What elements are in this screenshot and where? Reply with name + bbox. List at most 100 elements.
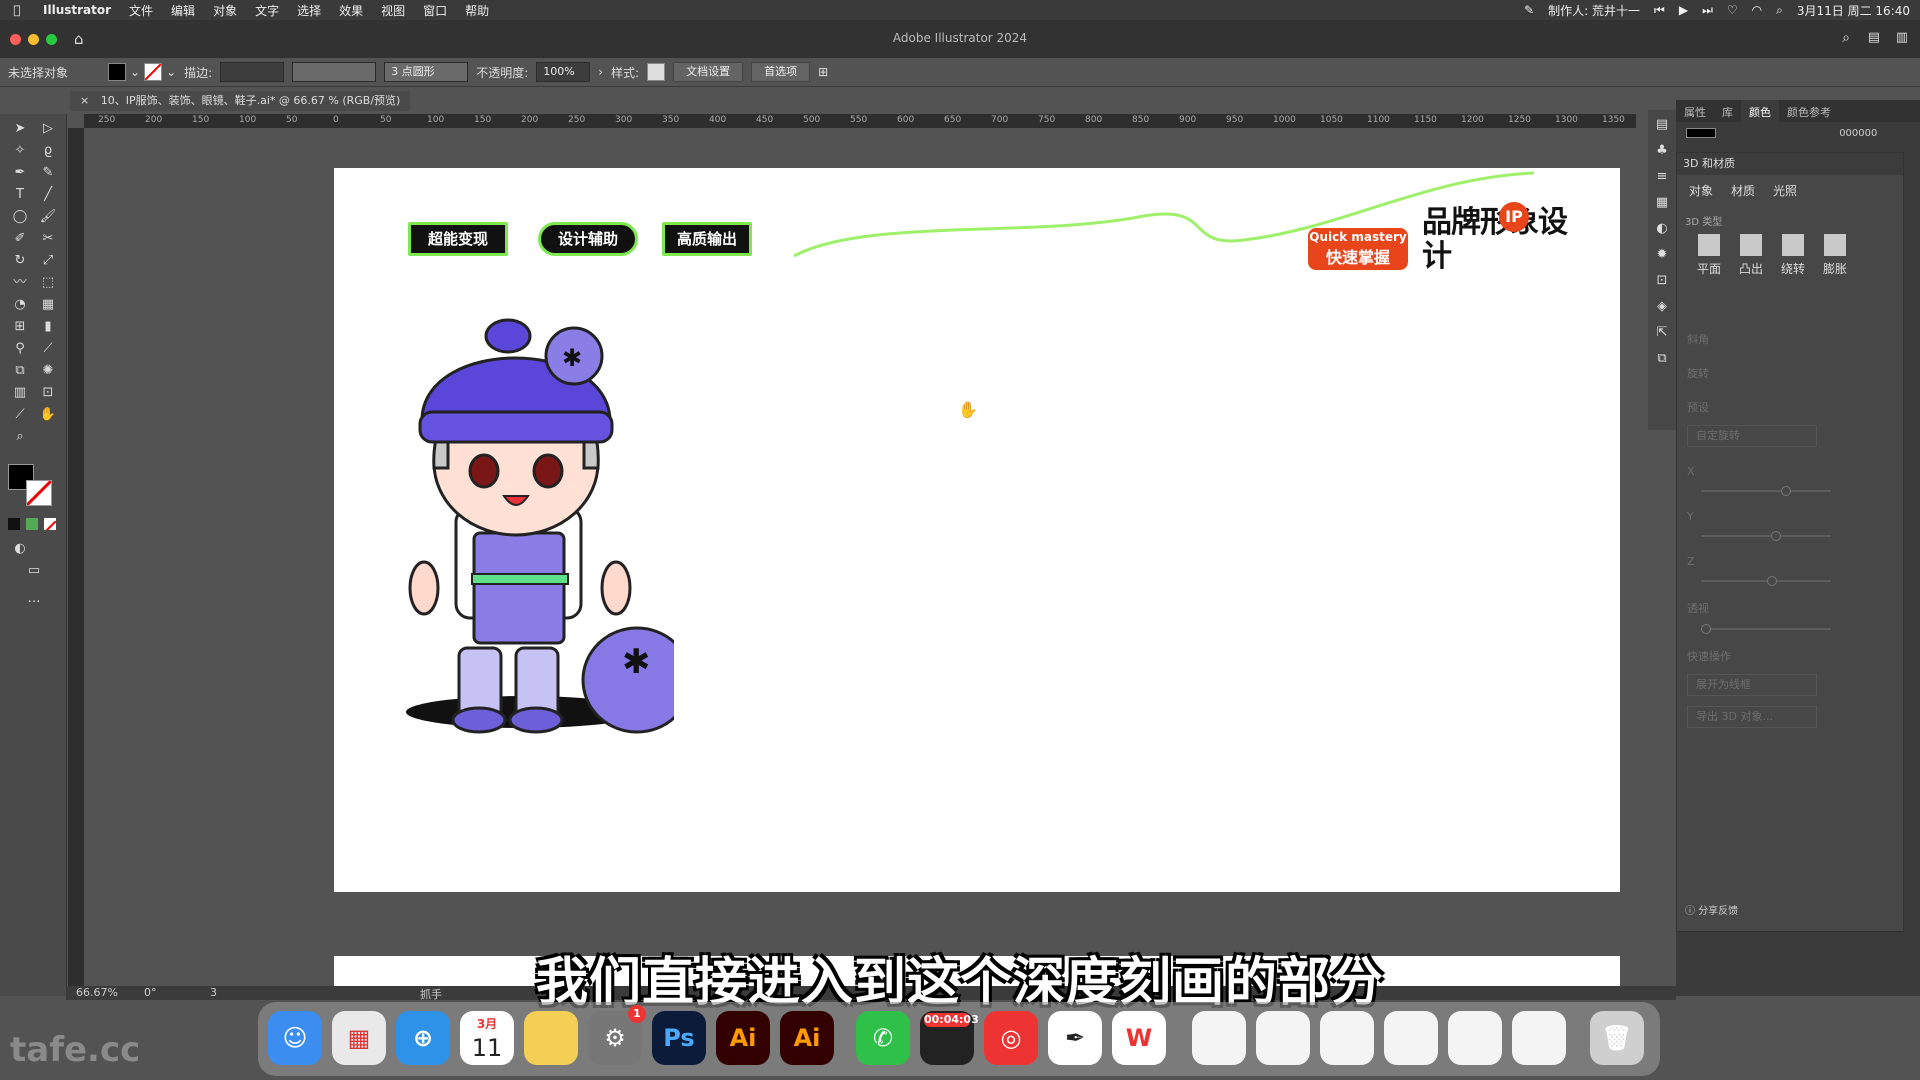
fill-swatch[interactable]	[108, 63, 127, 81]
tab-properties[interactable]: 属性	[1676, 100, 1714, 122]
type-revolve-button[interactable]: 绕转	[1781, 234, 1805, 277]
recent-doc-3-icon[interactable]	[1320, 1011, 1374, 1065]
rotation-y-slider[interactable]	[1701, 531, 1831, 541]
color-mode-icon[interactable]	[8, 518, 20, 530]
media-prev-icon[interactable]: ⏮	[1654, 3, 1665, 18]
document-tab[interactable]: × 10、IP服饰、装饰、眼镜、鞋子.ai* @ 66.67 % (RGB/预览…	[70, 91, 411, 111]
feedback-link[interactable]: ⓘ 分享反馈	[1685, 902, 1738, 917]
menu-effect[interactable]: 效果	[330, 2, 372, 19]
launchpad-icon[interactable]: ▦	[332, 1011, 386, 1065]
color-hex-field[interactable]: 000000	[1686, 128, 1877, 144]
tab-color-guide[interactable]: 颜色参考	[1779, 100, 1839, 122]
stroke-weight-field[interactable]	[220, 62, 285, 82]
measure-tool-icon[interactable]: ⟋	[38, 340, 58, 358]
media-next-icon[interactable]: ⏭	[1702, 3, 1713, 18]
recent-doc-2-icon[interactable]	[1256, 1011, 1310, 1065]
recent-doc-6-icon[interactable]	[1512, 1011, 1566, 1065]
selection-tool-icon[interactable]: ➤	[10, 120, 30, 138]
draw-mode-icon[interactable]: ◐	[10, 540, 30, 558]
pen-app-icon[interactable]: ✒	[1048, 1011, 1102, 1065]
tab-color[interactable]: 颜色	[1741, 100, 1779, 122]
stroke-color-icon[interactable]	[26, 480, 52, 506]
menu-window[interactable]: 窗口	[414, 2, 456, 19]
mesh-tool-icon[interactable]: ⊞	[10, 318, 30, 336]
zoom-tool-icon[interactable]: ⌕	[10, 428, 30, 446]
swatches-panel-icon[interactable]: ▦	[1652, 194, 1672, 212]
3d-panel-icon[interactable]: ◐	[1652, 220, 1672, 238]
brushes-panel-icon[interactable]: ≡	[1652, 168, 1672, 186]
wps-icon[interactable]: W	[1112, 1011, 1166, 1065]
warp-tool-icon[interactable]: 〰	[10, 274, 30, 292]
none-mode-icon[interactable]	[44, 518, 56, 530]
screen-mode-icon[interactable]: ▭	[24, 562, 44, 580]
opacity-field[interactable]: 100%	[536, 62, 591, 82]
eyedropper-tool-icon[interactable]: ⚲	[10, 340, 30, 358]
system-settings-icon[interactable]: ⚙ 1	[588, 1005, 646, 1065]
style-swatch[interactable]	[647, 63, 666, 81]
heart-icon[interactable]: ♡	[1727, 3, 1738, 17]
search-icon[interactable]: ⌕	[1776, 3, 1783, 18]
workspace-icon[interactable]: ▤	[1868, 30, 1880, 45]
recent-doc-1-icon[interactable]	[1192, 1011, 1246, 1065]
pen-tool-icon[interactable]: ✒	[10, 164, 30, 182]
ellipse-tool-icon[interactable]: ◯	[10, 208, 30, 226]
stroke-dropdown-icon[interactable]: ⌄	[166, 65, 176, 79]
lasso-tool-icon[interactable]: ϱ	[38, 142, 58, 160]
edit-toolbar-icon[interactable]: …	[24, 590, 44, 608]
horizontal-ruler[interactable]: 250 200 150 100 50 0 50 100 150 200 250 300 350 400 45…	[84, 114, 1636, 128]
apple-menu-icon[interactable]: 	[0, 3, 34, 17]
rotate-tool-icon[interactable]: ↻	[10, 252, 30, 270]
menu-help[interactable]: 帮助	[456, 2, 498, 19]
recent-doc-4-icon[interactable]	[1384, 1011, 1438, 1065]
layers-panel-icon[interactable]: ◈	[1652, 298, 1672, 316]
arrange-icon[interactable]: ⊞	[818, 65, 828, 79]
calendar-icon[interactable]: 3月 11	[460, 1011, 514, 1065]
gradient-tool-icon[interactable]: ▮	[38, 318, 58, 336]
brush-definition-field[interactable]: 3 点圆形	[384, 62, 469, 82]
line-tool-icon[interactable]: ╱	[38, 186, 58, 204]
direct-selection-tool-icon[interactable]: ▷	[38, 120, 58, 138]
expand-wireframe-button[interactable]: 展开为线框	[1687, 674, 1817, 696]
scissors-tool-icon[interactable]: ✂	[38, 230, 58, 248]
shaper-tool-icon[interactable]: ✐	[10, 230, 30, 248]
media-play-icon[interactable]: ▶	[1679, 3, 1688, 17]
export-panel-icon[interactable]: ⇱	[1652, 324, 1672, 342]
illustrator-icon[interactable]: Ai	[716, 1011, 770, 1065]
transform-panel-icon[interactable]: ⊡	[1652, 272, 1672, 290]
shape-builder-tool-icon[interactable]: ◔	[10, 296, 30, 314]
menu-app[interactable]: Illustrator	[34, 3, 120, 17]
photoshop-icon[interactable]: Ps	[652, 1011, 706, 1065]
screen-recorder-icon[interactable]: 00:04:03	[920, 1011, 979, 1065]
tab-lighting[interactable]: 光照	[1773, 182, 1797, 199]
document-setup-button[interactable]: 文档设置	[673, 62, 744, 82]
hand-tool-icon[interactable]: ✋	[38, 406, 58, 424]
illustrator-2-icon[interactable]: Ai	[780, 1011, 834, 1065]
wechat-icon[interactable]: ✆	[856, 1011, 910, 1065]
type-extrude-button[interactable]: 凸出	[1739, 234, 1763, 277]
clock[interactable]: 3月11日 周二 16:40	[1797, 2, 1910, 19]
properties-panel-icon[interactable]: ▤	[1652, 116, 1672, 134]
free-transform-tool-icon[interactable]: ⬚	[38, 274, 58, 292]
column-graph-tool-icon[interactable]: ▥	[10, 384, 30, 402]
pen-status-icon[interactable]: ✎	[1524, 3, 1534, 17]
preferences-button[interactable]: 首选项	[751, 62, 811, 82]
netease-music-icon[interactable]: ◎	[984, 1011, 1038, 1065]
menu-type[interactable]: 文字	[246, 2, 288, 19]
recent-doc-5-icon[interactable]	[1448, 1011, 1502, 1065]
tab-materials[interactable]: 材质	[1731, 182, 1755, 199]
symbol-sprayer-tool-icon[interactable]: ✺	[38, 362, 58, 380]
gradient-mode-icon[interactable]	[26, 518, 38, 530]
safari-icon[interactable]: ⊕	[396, 1011, 450, 1065]
rotation-x-slider[interactable]	[1701, 486, 1831, 496]
artboard[interactable]: 超能变现 设计辅助 高质输出 Quick mastery 快速掌握 品牌形象设计…	[334, 168, 1620, 892]
notes-icon[interactable]	[524, 1011, 578, 1065]
type-plane-button[interactable]: 平面	[1697, 234, 1721, 277]
menu-file[interactable]: 文件	[120, 2, 162, 19]
type-inflate-button[interactable]: 膨胀	[1823, 234, 1847, 277]
menu-select[interactable]: 选择	[288, 2, 330, 19]
magic-wand-tool-icon[interactable]: ✧	[10, 142, 30, 160]
slice-tool-icon[interactable]: ⟋	[10, 406, 30, 424]
appearance-panel-icon[interactable]: ✹	[1652, 246, 1672, 264]
paintbrush-tool-icon[interactable]: 🖌	[38, 208, 58, 226]
close-tab-icon[interactable]: ×	[80, 94, 89, 107]
